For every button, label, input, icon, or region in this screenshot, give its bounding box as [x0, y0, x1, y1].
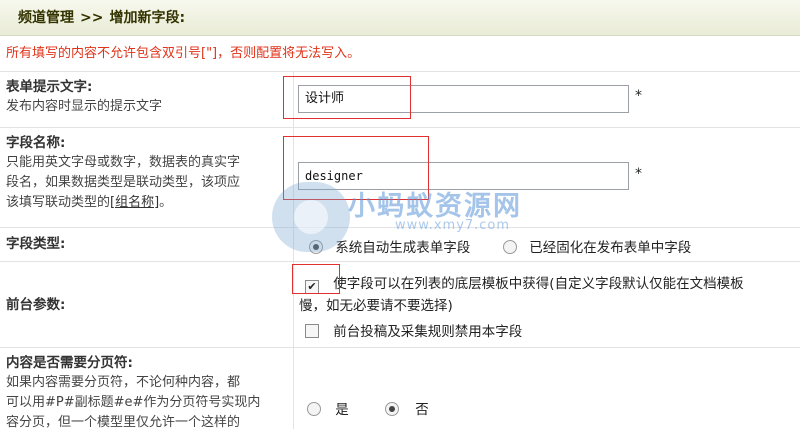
- field-name-desc-line: 只能用英文字母或数字，数据表的真实字: [6, 155, 241, 170]
- checkbox-unchecked-icon[interactable]: [305, 324, 319, 338]
- row-pagination-label-cell: 内容是否需要分页符: 如果内容需要分页符，不论何种内容，都 可以用#P#副标题#…: [0, 348, 294, 430]
- highlight-box: [292, 264, 340, 294]
- required-mark: *: [635, 88, 642, 104]
- breadcrumb-page: 增加新字段:: [109, 10, 186, 26]
- frontend-param-list-template-label-cont: 慢，如无必要请不要选择): [299, 298, 453, 314]
- field-name-desc-prefix: 该填写联动类型的: [6, 195, 111, 210]
- frontend-param-list-template[interactable]: ✔ 使字段可以在列表的底层模板中获得(自定义字段默认仅能在文档模板: [305, 272, 744, 294]
- pagination-desc-line: 如果内容需要分页符，不论何种内容，都: [6, 375, 241, 390]
- row-field-type-options-cell: 系统自动生成表单字段 已经固化在发布表单中字段: [295, 228, 800, 261]
- prompt-text-label: 表单提示文字:: [6, 79, 93, 95]
- pagination-option-yes[interactable]: 是: [307, 398, 349, 418]
- field-type-option-auto-label: 系统自动生成表单字段: [335, 240, 471, 256]
- row-prompt-text-label-cell: 表单提示文字: 发布内容时显示的提示文字: [0, 72, 294, 127]
- breadcrumb-section[interactable]: 频道管理: [18, 10, 74, 26]
- group-name-link[interactable]: [组名称]: [110, 195, 159, 210]
- frontend-param-list-template-label: 使字段可以在列表的底层模板中获得(自定义字段默认仅能在文档模板: [333, 276, 744, 292]
- breadcrumb: 频道管理 >> 增加新字段:: [0, 0, 800, 36]
- highlight-box: [283, 76, 411, 119]
- warning-message: 所有填写的内容不允许包含双引号["]，否则配置将无法写入。: [0, 36, 800, 72]
- row-pagination-options-cell: 是 否: [295, 348, 800, 429]
- field-type-option-fixed-label: 已经固化在发布表单中字段: [529, 240, 692, 256]
- row-frontend-params-options-cell: ✔ 使字段可以在列表的底层模板中获得(自定义字段默认仅能在文档模板 慢，如无必要…: [295, 262, 800, 347]
- row-field-name-label-cell: 字段名称: 只能用英文字母或数字，数据表的真实字 段名，如果数据类型是联动类型，…: [0, 128, 294, 227]
- watermark-logo-icon: [272, 182, 350, 252]
- field-type-option-fixed[interactable]: 已经固化在发布表单中字段: [503, 236, 691, 256]
- breadcrumb-separator: >>: [80, 10, 104, 26]
- watermark-url: www.xmy7.com: [395, 218, 511, 233]
- field-type-label: 字段类型:: [6, 236, 66, 252]
- frontend-param-disable-submit[interactable]: 前台投稿及采集规则禁用本字段: [305, 320, 522, 340]
- field-name-desc-line: 该填写联动类型的[组名称]。: [6, 193, 287, 213]
- frontend-params-label: 前台参数:: [6, 297, 66, 313]
- field-name-desc-suffix: 。: [159, 195, 173, 210]
- row-pagination: 内容是否需要分页符: 如果内容需要分页符，不论何种内容，都 可以用#P#副标题#…: [0, 348, 800, 430]
- prompt-text-desc: 发布内容时显示的提示文字: [6, 99, 163, 114]
- row-field-type-label-cell: 字段类型:: [0, 228, 294, 261]
- field-name-desc-line: 段名，如果数据类型是联动类型，该项应: [6, 175, 241, 190]
- row-frontend-params: 前台参数: ✔ 使字段可以在列表的底层模板中获得(自定义字段默认仅能在文档模板 …: [0, 262, 800, 348]
- radio-unselected-icon[interactable]: [307, 402, 321, 416]
- frontend-param-disable-submit-label: 前台投稿及采集规则禁用本字段: [333, 324, 523, 340]
- field-name-label: 字段名称:: [6, 135, 66, 151]
- radio-selected-icon[interactable]: [385, 402, 399, 416]
- radio-unselected-icon[interactable]: [503, 240, 517, 254]
- pagination-desc-line: 容分页，但一个模型里仅允许一个这样的: [6, 415, 241, 430]
- pagination-option-no[interactable]: 否: [385, 398, 429, 418]
- pagination-label: 内容是否需要分页符:: [6, 355, 133, 371]
- pagination-desc-line: 可以用#P#副标题#e#作为分页符号实现内: [6, 395, 261, 410]
- required-mark: *: [635, 166, 642, 182]
- pagination-option-no-label: 否: [415, 402, 429, 418]
- pagination-option-yes-label: 是: [335, 402, 349, 418]
- row-frontend-params-label-cell: 前台参数:: [0, 262, 294, 347]
- row-field-type: 字段类型: 系统自动生成表单字段 已经固化在发布表单中字段: [0, 228, 800, 262]
